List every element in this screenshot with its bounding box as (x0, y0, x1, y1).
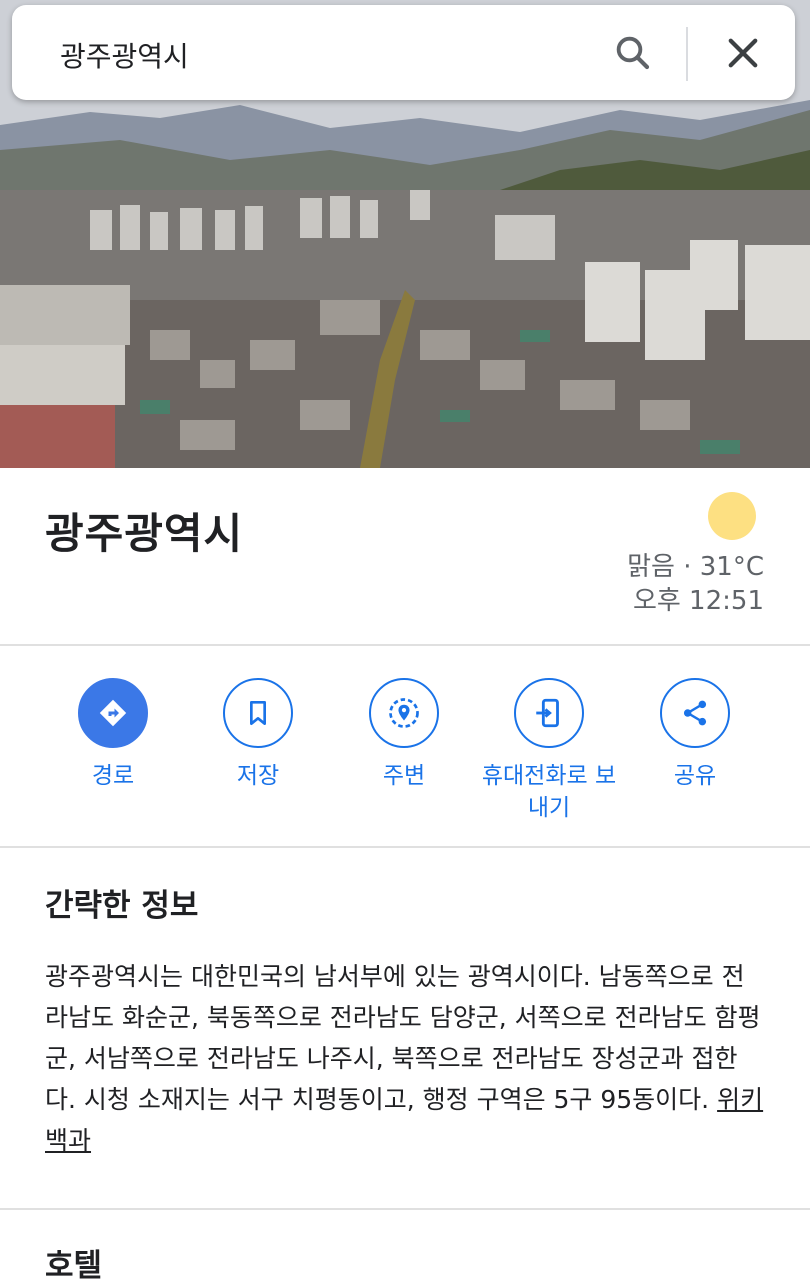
close-icon (728, 38, 758, 68)
save-button[interactable]: 저장 (185, 678, 331, 792)
nearby-button[interactable]: 주변 (331, 678, 477, 792)
info-description: 광주광역시는 대한민국의 남서부에 있는 광역시이다. 남동쪽으로 전라남도 화… (45, 956, 765, 1161)
send-to-phone-label: 휴대전화로 보내기 (481, 763, 617, 821)
share-circle (660, 678, 730, 748)
search-button[interactable] (612, 32, 654, 74)
save-label: 저장 (236, 763, 280, 789)
divider (0, 1208, 810, 1210)
share-button[interactable]: 공유 (622, 678, 768, 792)
send-to-phone-button[interactable]: 휴대전화로 보내기 (476, 678, 622, 824)
divider (0, 846, 810, 848)
directions-label: 경로 (91, 763, 135, 789)
sun-icon (708, 492, 756, 540)
nearby-circle (369, 678, 439, 748)
info-heading: 간략한 정보 (45, 888, 199, 924)
place-title: 광주광역시 (45, 509, 244, 558)
search-input[interactable]: 광주광역시 (60, 35, 189, 75)
share-label: 공유 (673, 763, 717, 789)
weather-time: 오후 12:51 (632, 586, 764, 616)
divider (0, 644, 810, 646)
search-icon (616, 36, 650, 70)
send-to-phone-icon (536, 698, 559, 728)
send-to-phone-circle (514, 678, 584, 748)
search-divider (686, 27, 688, 81)
hotels-heading: 호텔 (45, 1248, 103, 1284)
save-circle (223, 678, 293, 748)
search-bar: 광주광역시 (12, 5, 795, 100)
directions-icon (99, 699, 127, 727)
close-button[interactable] (722, 32, 764, 74)
directions-circle (78, 678, 148, 748)
info-text: 광주광역시는 대한민국의 남서부에 있는 광역시이다. 남동쪽으로 전라남도 화… (45, 962, 761, 1114)
nearby-label: 주변 (382, 763, 426, 789)
share-icon (683, 700, 707, 726)
weather-condition: 맑음 · 31°C (627, 552, 764, 582)
nearby-icon (389, 698, 419, 728)
bookmark-icon (250, 701, 266, 725)
directions-button[interactable]: 경로 (40, 678, 186, 792)
